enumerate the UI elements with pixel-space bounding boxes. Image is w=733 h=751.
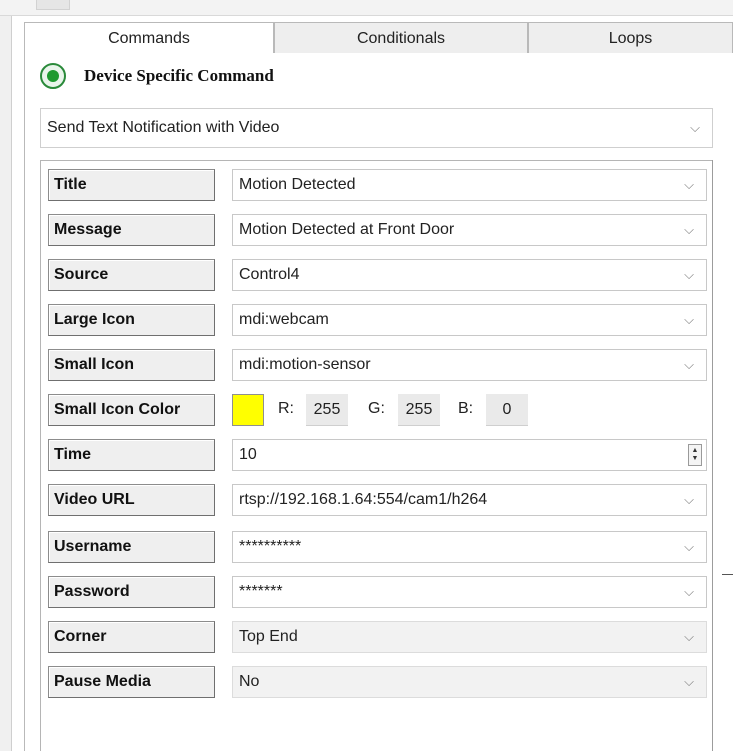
small-icon-value: mdi:motion-sensor — [239, 356, 371, 373]
pause-media-value: No — [239, 673, 260, 690]
param-label-password: Password — [48, 576, 215, 608]
red-value-field[interactable]: 255 — [306, 394, 348, 426]
radio-selected-icon[interactable] — [40, 63, 66, 89]
color-swatch[interactable] — [232, 394, 264, 426]
radio-dot — [47, 70, 59, 82]
corner-select[interactable]: Top End ⌵ — [232, 621, 707, 653]
param-label-pause-media: Pause Media — [48, 666, 215, 698]
username-value: ********** — [239, 538, 302, 555]
chevron-down-icon[interactable]: ⌵ — [688, 121, 702, 134]
time-field[interactable]: 10 ▲ ▼ — [232, 439, 707, 471]
source-field[interactable]: Control4 ⌵ — [232, 259, 707, 291]
chevron-down-icon[interactable]: ⌵ — [682, 585, 696, 598]
tab-loops[interactable]: Loops — [528, 22, 733, 54]
panel-scroll-edge — [712, 160, 713, 751]
green-value-field[interactable]: 255 — [398, 394, 440, 426]
title-value: Motion Detected — [239, 176, 356, 193]
video-url-field[interactable]: rtsp://192.168.1.64:554/cam1/h264 ⌵ — [232, 484, 707, 516]
red-label: R: — [278, 400, 294, 417]
corner-value: Top End — [239, 628, 298, 645]
param-row-small-icon: Small Icon mdi:motion-sensor ⌵ — [48, 349, 708, 381]
chevron-down-icon[interactable]: ⌵ — [682, 178, 696, 191]
chevron-down-icon[interactable]: ⌵ — [682, 540, 696, 553]
blue-label: B: — [458, 400, 474, 417]
time-value: 10 — [239, 446, 257, 463]
param-label-username: Username — [48, 531, 215, 563]
green-label: G: — [368, 400, 385, 417]
tab-strip: Commands Conditionals Loops — [24, 22, 733, 55]
param-row-video-url: Video URL rtsp://192.168.1.64:554/cam1/h… — [48, 484, 708, 516]
chevron-down-icon[interactable]: ⌵ — [682, 358, 696, 371]
small-icon-field[interactable]: mdi:motion-sensor ⌵ — [232, 349, 707, 381]
param-label-large-icon: Large Icon — [48, 304, 215, 336]
window-top-strip — [0, 0, 733, 16]
param-label-small-icon: Small Icon — [48, 349, 215, 381]
tab-commands[interactable]: Commands — [24, 22, 274, 55]
param-label-corner: Corner — [48, 621, 215, 653]
param-label-time: Time — [48, 439, 215, 471]
chevron-down-icon[interactable]: ⌵ — [682, 675, 696, 688]
param-row-large-icon: Large Icon mdi:webcam ⌵ — [48, 304, 708, 336]
video-url-value: rtsp://192.168.1.64:554/cam1/h264 — [239, 491, 488, 508]
param-row-message: Message Motion Detected at Front Door ⌵ — [48, 214, 708, 246]
top-strip-tab — [36, 0, 70, 10]
chevron-down-icon[interactable]: ⌵ — [682, 630, 696, 643]
param-label-source: Source — [48, 259, 215, 291]
param-label-title: Title — [48, 169, 215, 201]
device-specific-command-label: Device Specific Command — [84, 66, 274, 85]
param-label-video-url: Video URL — [48, 484, 215, 516]
command-select[interactable]: Send Text Notification with Video ⌵ — [40, 108, 713, 148]
param-row-title: Title Motion Detected ⌵ — [48, 169, 708, 201]
chevron-down-icon[interactable]: ⌵ — [682, 313, 696, 326]
param-row-source: Source Control4 ⌵ — [48, 259, 708, 291]
chevron-down-icon[interactable]: ⌵ — [682, 223, 696, 236]
chevron-down-icon[interactable]: ⌵ — [682, 493, 696, 506]
large-icon-value: mdi:webcam — [239, 311, 329, 328]
title-field[interactable]: Motion Detected ⌵ — [232, 169, 707, 201]
tab-conditionals[interactable]: Conditionals — [274, 22, 528, 54]
param-row-time: Time 10 ▲ ▼ — [48, 439, 708, 471]
large-icon-field[interactable]: mdi:webcam ⌵ — [232, 304, 707, 336]
left-edge-bar — [0, 16, 12, 751]
password-field[interactable]: ******* ⌵ — [232, 576, 707, 608]
param-label-small-icon-color: Small Icon Color — [48, 394, 215, 426]
param-label-message: Message — [48, 214, 215, 246]
param-row-pause-media: Pause Media No ⌵ — [48, 666, 708, 698]
message-field[interactable]: Motion Detected at Front Door ⌵ — [232, 214, 707, 246]
message-value: Motion Detected at Front Door — [239, 221, 455, 238]
password-value: ******* — [239, 583, 283, 600]
param-row-username: Username ********** ⌵ — [48, 531, 708, 563]
blue-value-field[interactable]: 0 — [486, 394, 528, 426]
command-select-value: Send Text Notification with Video — [47, 119, 280, 136]
pause-media-select[interactable]: No ⌵ — [232, 666, 707, 698]
splitter-mark — [722, 574, 733, 575]
param-row-corner: Corner Top End ⌵ — [48, 621, 708, 653]
chevron-down-icon[interactable]: ⌵ — [682, 268, 696, 281]
source-value: Control4 — [239, 266, 300, 283]
username-field[interactable]: ********** ⌵ — [232, 531, 707, 563]
spinner-arrows-icon[interactable]: ▲ ▼ — [688, 444, 702, 466]
param-row-password: Password ******* ⌵ — [48, 576, 708, 608]
device-specific-command-option[interactable]: Device Specific Command — [40, 62, 274, 90]
small-icon-color-editor: R: 255 G: 255 B: 0 — [232, 394, 572, 426]
param-row-small-icon-color: Small Icon Color R: 255 G: 255 B: 0 — [48, 394, 708, 426]
